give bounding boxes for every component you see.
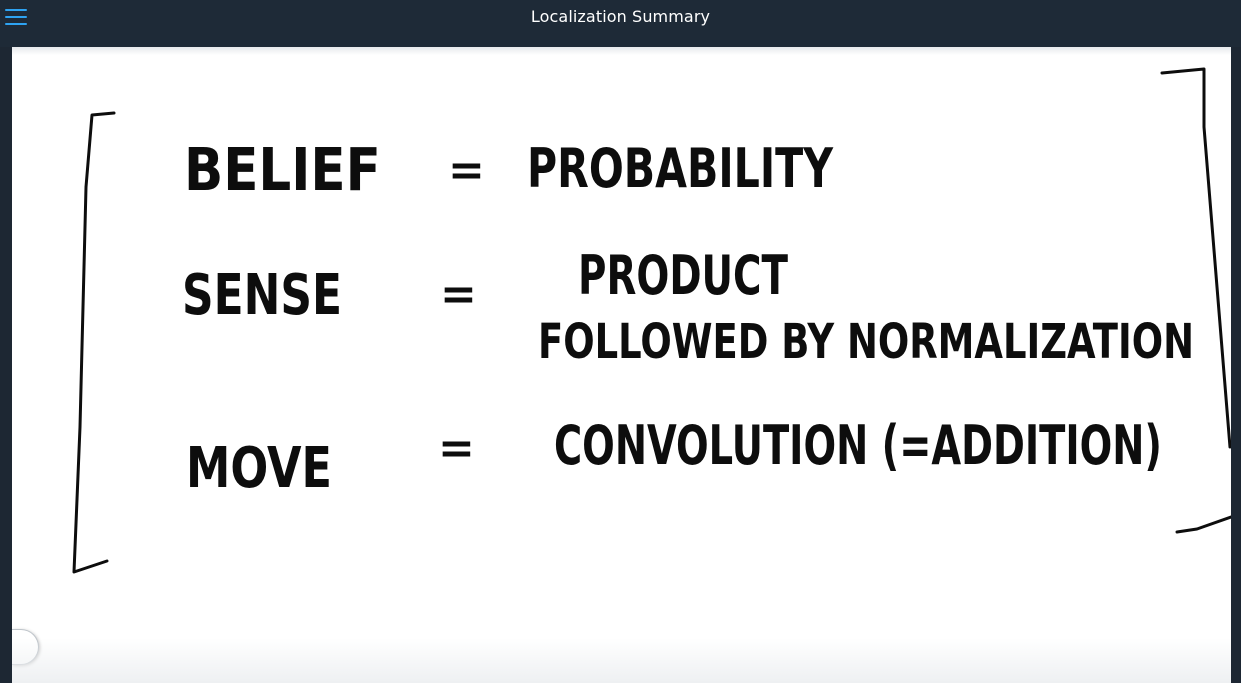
side-drawer-handle[interactable]: [12, 629, 40, 665]
handle-knob-icon: [12, 629, 39, 665]
page-title: Localization Summary: [530, 7, 711, 26]
video-frame[interactable]: BELIEF = PROBABILITY SENSE = PRODUCT FOL…: [12, 47, 1231, 683]
definition-product: PRODUCT: [578, 244, 788, 307]
whiteboard: BELIEF = PROBABILITY SENSE = PRODUCT FOL…: [72, 67, 1231, 574]
definition-probability: PROBABILITY: [527, 137, 834, 200]
term-move: MOVE: [186, 436, 332, 501]
equals-2: =: [440, 269, 477, 320]
top-bar: Localization Summary: [0, 0, 1241, 47]
equals-1: =: [448, 145, 485, 196]
term-belief: BELIEF: [184, 137, 381, 205]
definition-convolution: CONVOLUTION (=ADDITION): [554, 414, 1162, 477]
right-bracket-top: [1160, 67, 1231, 449]
equals-3: =: [438, 423, 475, 474]
term-sense: SENSE: [182, 263, 342, 328]
definition-normalization: FOLLOWED BY NORMALIZATION: [538, 314, 1194, 370]
left-bracket: [72, 111, 116, 574]
right-bracket-bottom: [1175, 515, 1231, 534]
